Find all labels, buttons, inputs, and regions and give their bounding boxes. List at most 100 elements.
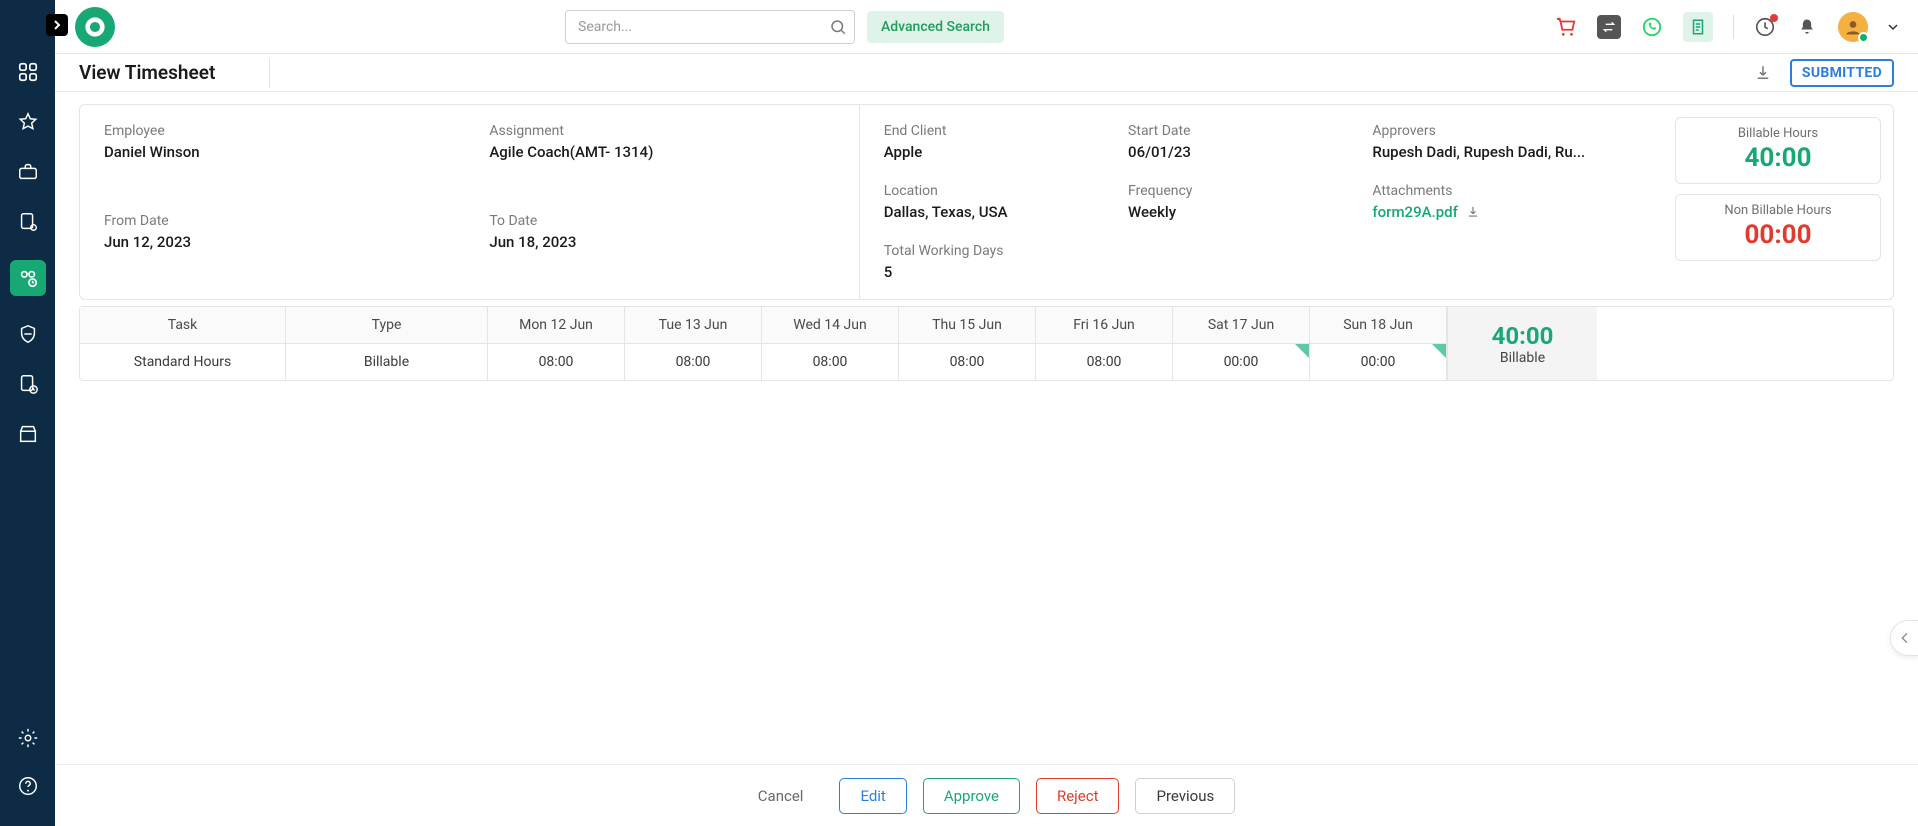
cell-day-0: 08:00 bbox=[488, 344, 624, 380]
chevron-right-icon bbox=[52, 20, 62, 30]
cell-day-6: 00:00 bbox=[1310, 344, 1446, 380]
brand-logo[interactable] bbox=[75, 7, 115, 47]
header-day-2: Wed 14 Jun bbox=[762, 307, 898, 344]
divider bbox=[1733, 15, 1734, 39]
cell-type: Billable bbox=[286, 344, 487, 380]
header-day-0: Mon 12 Jun bbox=[488, 307, 624, 344]
sidebar-item-cases[interactable] bbox=[16, 160, 40, 184]
sidebar bbox=[0, 0, 55, 826]
value-to: Jun 18, 2023 bbox=[489, 233, 834, 251]
sync-icon[interactable] bbox=[1754, 16, 1776, 38]
cart-icon[interactable] bbox=[1555, 16, 1577, 38]
arrow-left-icon bbox=[1897, 630, 1913, 646]
cell-day-3: 08:00 bbox=[899, 344, 1035, 380]
footer-actions: Cancel Edit Approve Reject Previous bbox=[55, 764, 1918, 826]
sidebar-item-timesheet[interactable] bbox=[10, 260, 46, 296]
col-day-2: Wed 14 Jun 08:00 bbox=[762, 307, 899, 380]
value-frequency: Weekly bbox=[1128, 203, 1342, 221]
storefront-icon bbox=[17, 423, 39, 445]
timesheet-table: Task Standard Hours Type Billable Mon 12… bbox=[79, 306, 1894, 381]
label-end-client: End Client bbox=[884, 123, 1098, 139]
sidebar-item-locate[interactable] bbox=[16, 210, 40, 234]
download-icon[interactable] bbox=[1754, 64, 1772, 82]
sidebar-item-reports[interactable] bbox=[16, 372, 40, 396]
field-attachments: Attachments form29A.pdf bbox=[1372, 183, 1651, 221]
billable-hours-box: Billable Hours 40:00 bbox=[1675, 117, 1881, 184]
status-dot-icon bbox=[1858, 32, 1869, 43]
document-chart-icon bbox=[17, 373, 39, 395]
details-left: Employee Daniel Winson Assignment Agile … bbox=[80, 105, 859, 299]
grid-icon bbox=[17, 61, 39, 83]
attachment-filename: form29A.pdf bbox=[1372, 203, 1458, 221]
previous-button[interactable]: Previous bbox=[1135, 778, 1235, 814]
doc-export-icon[interactable] bbox=[1683, 12, 1713, 42]
field-end-client: End Client Apple bbox=[884, 123, 1098, 161]
sidebar-item-dashboard[interactable] bbox=[16, 60, 40, 84]
cancel-button[interactable]: Cancel bbox=[738, 779, 824, 813]
field-working-days: Total Working Days 5 bbox=[884, 243, 1651, 281]
people-clock-icon bbox=[17, 267, 39, 289]
col-day-6: Sun 18 Jun 00:00 bbox=[1310, 307, 1447, 380]
value-location: Dallas, Texas, USA bbox=[884, 203, 1098, 221]
label-approvers: Approvers bbox=[1372, 123, 1651, 139]
label-from: From Date bbox=[104, 213, 449, 229]
briefcase-icon bbox=[17, 161, 39, 183]
col-day-5: Sat 17 Jun 00:00 bbox=[1173, 307, 1310, 380]
floating-back-button[interactable] bbox=[1890, 620, 1918, 656]
label-attachments: Attachments bbox=[1372, 183, 1651, 199]
help-icon bbox=[17, 775, 39, 797]
profile-caret[interactable] bbox=[1888, 22, 1898, 32]
col-day-3: Thu 15 Jun 08:00 bbox=[899, 307, 1036, 380]
details-right: Billable Hours 40:00 Non Billable Hours … bbox=[1675, 105, 1893, 299]
details-card: Employee Daniel Winson Assignment Agile … bbox=[79, 104, 1894, 300]
sidebar-item-security[interactable] bbox=[16, 322, 40, 346]
value-approvers: Rupesh Dadi, Rupesh Dadi, Ru... bbox=[1372, 143, 1651, 161]
billable-label: Billable Hours bbox=[1686, 126, 1870, 141]
sidebar-item-favorites[interactable] bbox=[16, 110, 40, 134]
header-day-5: Sat 17 Jun bbox=[1173, 307, 1309, 344]
value-end-client: Apple bbox=[884, 143, 1098, 161]
bell-icon[interactable] bbox=[1796, 16, 1818, 38]
sidebar-expand-button[interactable] bbox=[46, 14, 68, 36]
status-badge: SUBMITTED bbox=[1790, 59, 1894, 87]
advanced-search-button[interactable]: Advanced Search bbox=[867, 11, 1004, 43]
search-icon[interactable] bbox=[829, 18, 847, 36]
label-to: To Date bbox=[489, 213, 834, 229]
col-day-0: Mon 12 Jun 08:00 bbox=[488, 307, 625, 380]
header-task: Task bbox=[80, 307, 285, 344]
field-from-date: From Date Jun 12, 2023 bbox=[104, 213, 449, 281]
document-pin-icon bbox=[17, 211, 39, 233]
col-type: Type Billable bbox=[286, 307, 488, 380]
value-working-days: 5 bbox=[884, 263, 1651, 281]
sidebar-item-help[interactable] bbox=[16, 774, 40, 798]
approve-button[interactable]: Approve bbox=[923, 778, 1020, 814]
star-icon bbox=[17, 111, 39, 133]
field-start-date: Start Date 06/01/23 bbox=[1128, 123, 1342, 161]
billable-value: 40:00 bbox=[1686, 143, 1870, 173]
value-from: Jun 12, 2023 bbox=[104, 233, 449, 251]
sidebar-item-store[interactable] bbox=[16, 422, 40, 446]
attachment-download-icon[interactable] bbox=[1466, 205, 1480, 219]
header-day-1: Tue 13 Jun bbox=[625, 307, 761, 344]
cell-day-1: 08:00 bbox=[625, 344, 761, 380]
search-input[interactable] bbox=[565, 10, 855, 44]
label-frequency: Frequency bbox=[1128, 183, 1342, 199]
topbar: Advanced Search bbox=[55, 0, 1918, 54]
cell-day-5-val: 00:00 bbox=[1224, 354, 1259, 370]
header-day-6: Sun 18 Jun bbox=[1310, 307, 1446, 344]
sidebar-item-settings[interactable] bbox=[16, 726, 40, 750]
field-frequency: Frequency Weekly bbox=[1128, 183, 1342, 221]
swap-icon[interactable] bbox=[1597, 15, 1621, 39]
edit-button[interactable]: Edit bbox=[839, 778, 906, 814]
reject-button[interactable]: Reject bbox=[1036, 778, 1120, 814]
details-mid: End Client Apple Start Date 06/01/23 App… bbox=[859, 105, 1675, 299]
whatsapp-icon[interactable] bbox=[1641, 16, 1663, 38]
caret-down-icon bbox=[1888, 22, 1898, 32]
header-day-4: Fri 16 Jun bbox=[1036, 307, 1172, 344]
label-working-days: Total Working Days bbox=[884, 243, 1651, 259]
value-start-date: 06/01/23 bbox=[1128, 143, 1342, 161]
attachment-link[interactable]: form29A.pdf bbox=[1372, 203, 1480, 221]
user-avatar[interactable] bbox=[1838, 12, 1868, 42]
cell-task: Standard Hours bbox=[80, 344, 285, 380]
header-type: Type bbox=[286, 307, 487, 344]
